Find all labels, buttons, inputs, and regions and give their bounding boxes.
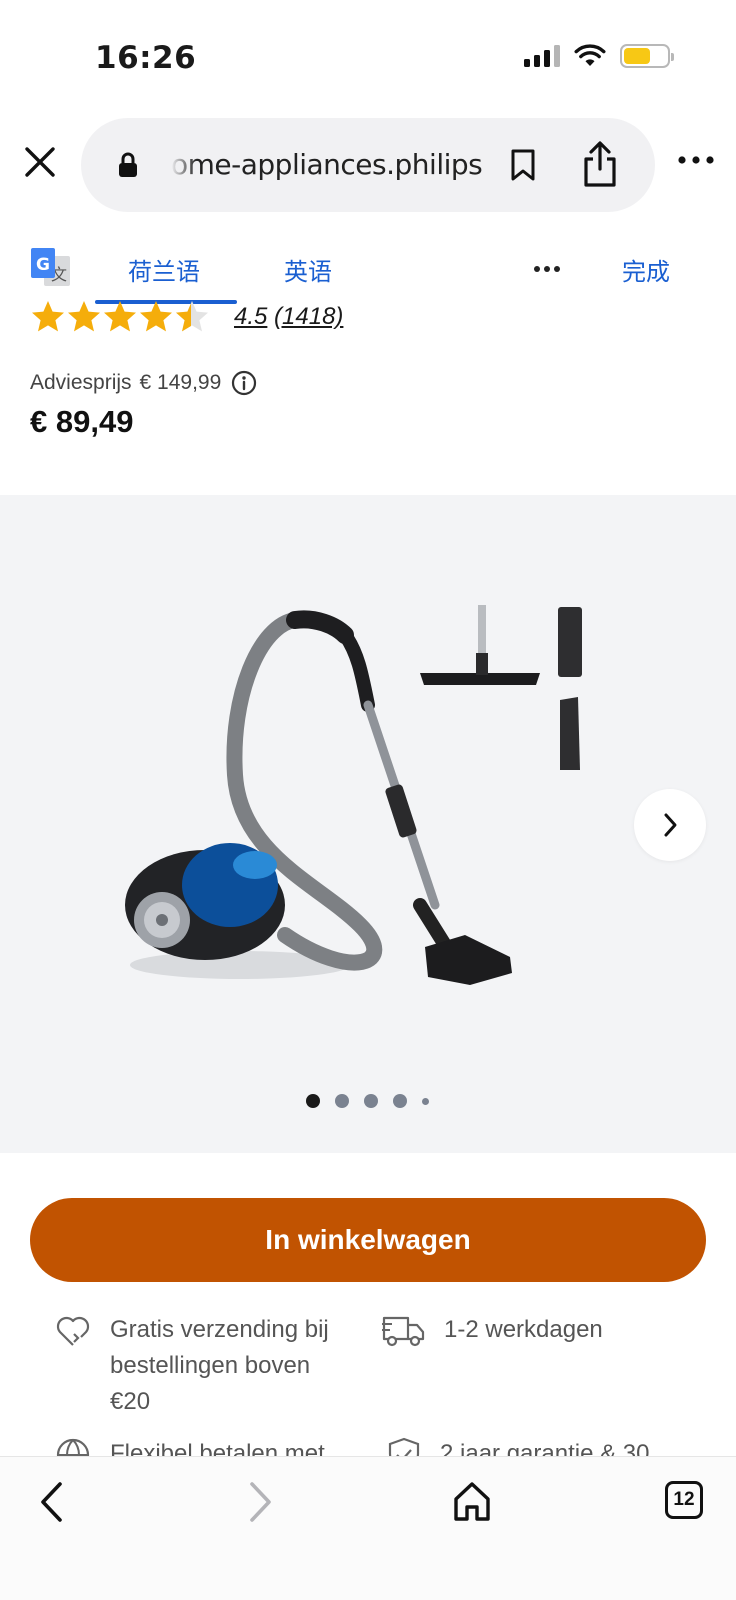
- forward-arrow-icon[interactable]: [246, 1479, 276, 1525]
- lock-icon: [119, 152, 137, 177]
- gallery-dot[interactable]: [364, 1094, 378, 1108]
- bookmark-icon[interactable]: [509, 148, 537, 182]
- add-to-cart-button[interactable]: In winkelwagen: [30, 1198, 706, 1282]
- tab-target-language[interactable]: 英语: [284, 252, 332, 287]
- translate-done-button[interactable]: 完成: [622, 252, 670, 287]
- cellular-signal-icon: [524, 45, 560, 67]
- benefit-text: 1-2 werkdagen: [444, 1316, 603, 1343]
- battery-icon: [620, 44, 674, 68]
- info-icon[interactable]: [231, 370, 257, 396]
- back-arrow-icon[interactable]: [36, 1479, 66, 1525]
- address-bar[interactable]: ome-appliances.philips: [81, 118, 655, 212]
- gallery-dot[interactable]: [335, 1094, 349, 1108]
- rating-value: 4.5: [234, 303, 268, 330]
- translate-bar: 文 G 荷兰语 英语 完成: [0, 236, 736, 306]
- browser-bar: ome-appliances.philips: [0, 112, 736, 218]
- wifi-icon: [574, 44, 606, 66]
- gallery-dot[interactable]: [393, 1094, 407, 1108]
- home-icon[interactable]: [452, 1479, 492, 1523]
- status-icons: [524, 44, 674, 68]
- more-menu-icon[interactable]: [676, 152, 716, 168]
- tab-source-language[interactable]: 荷兰语: [128, 252, 200, 287]
- gallery-dot[interactable]: [422, 1097, 429, 1105]
- heart-return-icon: [56, 1316, 90, 1346]
- rating-count: (1418): [274, 303, 344, 330]
- gallery-dot[interactable]: [306, 1094, 320, 1108]
- browser-toolbar: 12: [0, 1456, 736, 1600]
- benefit-delivery: 1-2 werkdagen: [382, 1312, 702, 1350]
- gallery-pagination[interactable]: [306, 1094, 429, 1108]
- product-gallery[interactable]: [0, 495, 736, 1153]
- list-price-label: Adviesprijs: [30, 371, 132, 394]
- close-icon[interactable]: [22, 144, 58, 180]
- url-text[interactable]: ome-appliances.philips: [171, 148, 563, 181]
- product-rating[interactable]: 4.5 (1418): [30, 298, 343, 336]
- benefit-free-shipping: Gratis verzending bij bestellingen boven…: [54, 1312, 354, 1420]
- benefit-text: Gratis verzending bij bestellingen boven…: [110, 1316, 329, 1415]
- rating-text[interactable]: 4.5 (1418): [234, 303, 343, 331]
- share-icon[interactable]: [581, 140, 619, 188]
- tabs-count-button[interactable]: 12: [665, 1481, 703, 1519]
- list-price-row: Adviesprijs € 149,99: [30, 370, 257, 396]
- google-translate-icon[interactable]: 文 G: [30, 246, 72, 288]
- delivery-truck-icon: [382, 1316, 425, 1347]
- status-bar: 16:26: [0, 0, 736, 112]
- vacuum-cleaner-image: [125, 605, 582, 985]
- translate-more-icon[interactable]: [532, 264, 562, 274]
- list-price-value: € 149,99: [139, 371, 222, 394]
- svg-text:G: G: [36, 255, 50, 275]
- star-rating-icon: [32, 301, 208, 332]
- status-time: 16:26: [95, 40, 197, 76]
- chevron-right-icon: [664, 813, 677, 837]
- sale-price: € 89,49: [30, 404, 134, 439]
- gallery-next-button[interactable]: [634, 789, 706, 861]
- rating-stars: [30, 299, 210, 335]
